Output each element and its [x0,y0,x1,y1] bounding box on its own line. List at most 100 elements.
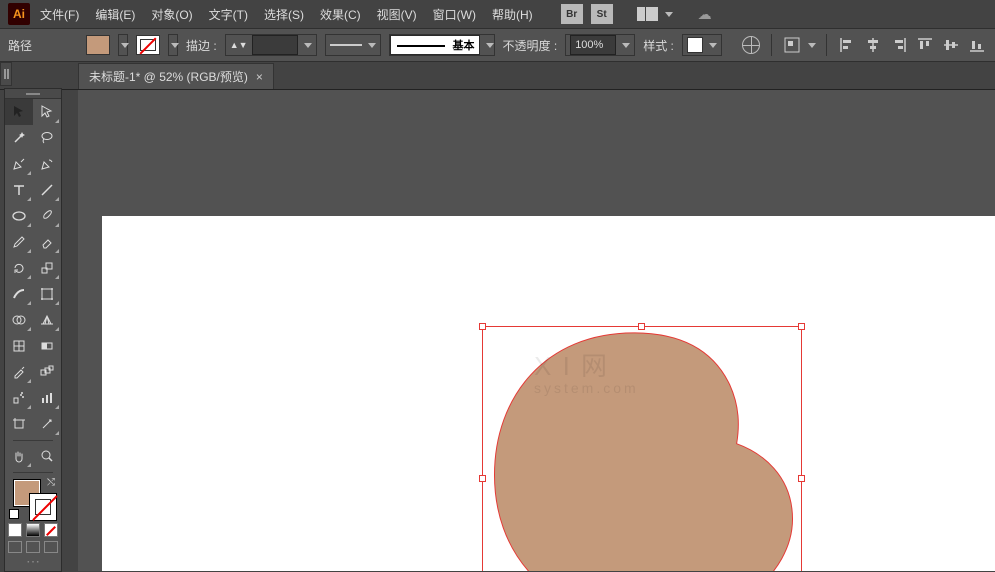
brush-definition[interactable]: 基本 [389,34,495,56]
menu-file[interactable]: 文件(F) [34,2,85,27]
selection-type-label: 路径 [8,37,32,54]
menu-select[interactable]: 选择(S) [258,2,310,27]
eyedropper-tool[interactable] [5,359,33,385]
align-vcenter-icon [943,37,959,53]
stroke-label: 描边 : [186,37,217,54]
line-segment-tool[interactable] [33,177,61,203]
graphic-style-dropdown[interactable] [682,34,722,56]
rotate-tool[interactable] [5,255,33,281]
document-tab[interactable]: 未标题-1* @ 52% (RGB/预览) × [78,63,274,89]
slice-tool[interactable] [33,411,61,437]
align-top-icon [917,37,933,53]
pencil-tool[interactable] [5,229,33,255]
canvas-area[interactable]: X I 网 system.com [78,90,995,571]
lasso-tool[interactable] [33,125,61,151]
symbol-sprayer-tool[interactable] [5,385,33,411]
artboard-tool[interactable] [5,411,33,437]
mesh-tool[interactable] [5,333,33,359]
stroke-swatch[interactable] [136,35,160,55]
align-to-button[interactable] [782,35,802,55]
width-icon [11,286,27,302]
eraser-tool[interactable] [33,229,61,255]
column-graph-tool[interactable] [33,385,61,411]
fill-stroke-control[interactable]: ⤭ [5,475,61,519]
ellipse-tool[interactable] [5,203,33,229]
perspective-grid-tool[interactable] [33,307,61,333]
selection-tool[interactable] [5,99,33,125]
menu-object[interactable]: 对象(O) [145,2,198,27]
zoom-tool[interactable] [33,443,61,469]
hand-icon [11,448,27,464]
app-logo: Ai [8,3,30,25]
gradient-mode-button[interactable] [26,523,40,537]
menu-type[interactable]: 文字(T) [203,2,254,27]
free-transform-tool[interactable] [33,281,61,307]
hand-tool[interactable] [5,443,33,469]
none-mode-button[interactable] [44,523,58,537]
recolor-artwork-button[interactable] [741,35,761,55]
align-top-button[interactable] [915,35,935,55]
default-fill-stroke-icon[interactable] [9,509,19,519]
opacity-value[interactable]: 100% [570,35,616,55]
document-tab-title: 未标题-1* @ 52% (RGB/预览) [89,68,248,85]
document-align-icon [784,37,800,53]
slice-icon [39,416,55,432]
normal-drawing-mode-button[interactable] [8,541,22,553]
curvature-tool[interactable] [33,151,61,177]
paintbrush-tool[interactable] [33,203,61,229]
paintbrush-icon [39,208,55,224]
stroke-dropdown[interactable] [168,34,178,56]
stroke-weight-input[interactable]: ▲▼ [225,34,317,56]
shape-builder-tool[interactable] [5,307,33,333]
selected-path-shape[interactable] [486,328,801,571]
panel-expand-grip[interactable] [0,62,12,86]
fill-dropdown[interactable] [118,34,128,56]
stroke-weight-value[interactable] [252,35,298,55]
opacity-input[interactable]: 100% [565,34,635,56]
workspace-layout-dropdown-icon[interactable] [665,12,673,17]
bridge-button[interactable]: Br [561,4,583,24]
menu-help[interactable]: 帮助(H) [486,2,539,27]
blob-shape-icon [486,328,801,571]
stock-button[interactable]: St [591,4,613,24]
draw-inside-mode-button[interactable] [44,541,58,553]
sync-status-icon[interactable]: ☁ [693,6,717,22]
align-hcenter-button[interactable] [863,35,883,55]
align-bottom-button[interactable] [967,35,987,55]
direct-selection-tool[interactable] [33,99,61,125]
gradient-tool[interactable] [33,333,61,359]
scale-tool[interactable] [33,255,61,281]
align-left-icon [839,37,855,53]
menu-window[interactable]: 窗口(W) [427,2,482,27]
align-right-icon [891,37,907,53]
swap-fill-stroke-icon[interactable]: ⤭ [47,477,55,488]
type-icon [11,182,27,198]
align-left-button[interactable] [837,35,857,55]
document-tab-close-button[interactable]: × [256,70,263,84]
menu-view[interactable]: 视图(V) [371,2,423,27]
width-tool[interactable] [5,281,33,307]
curvature-icon [39,156,55,172]
tools-overflow-button[interactable]: ⋯ [5,555,61,565]
variable-width-profile[interactable] [325,34,381,56]
draw-behind-mode-button[interactable] [26,541,40,553]
align-right-button[interactable] [889,35,909,55]
workspace-layout-button[interactable] [637,7,659,21]
color-mode-button[interactable] [8,523,22,537]
pen-tool[interactable] [5,151,33,177]
align-to-dropdown-icon[interactable] [808,43,816,48]
selection-icon [11,104,27,120]
menu-effect[interactable]: 效果(C) [314,2,367,27]
blend-tool[interactable] [33,359,61,385]
tools-panel-grip[interactable] [5,89,61,99]
stroke-color-box[interactable] [29,493,57,521]
menu-edit[interactable]: 编辑(E) [89,2,141,27]
symbol-sprayer-icon [11,390,27,406]
type-tool[interactable] [5,177,33,203]
fill-swatch[interactable] [86,35,110,55]
eyedropper-icon [11,364,27,380]
magic-wand-tool[interactable] [5,125,33,151]
zoom-icon [39,448,55,464]
align-vcenter-button[interactable] [941,35,961,55]
perspective-icon [39,312,55,328]
